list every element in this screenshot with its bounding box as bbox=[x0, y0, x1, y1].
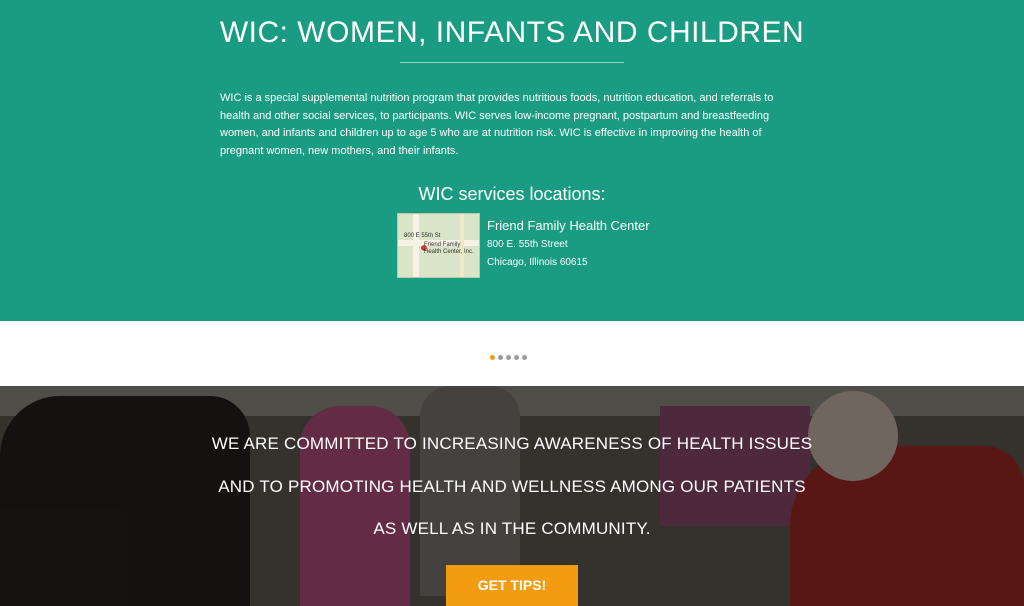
carousel-dot-3[interactable] bbox=[506, 355, 511, 360]
carousel-dot-4[interactable] bbox=[514, 355, 519, 360]
carousel-dot-2[interactable] bbox=[498, 355, 503, 360]
wic-description: WIC is a special supplemental nutrition … bbox=[220, 92, 774, 157]
hero-text-line1: WE ARE COMMITTED TO INCREASING AWARENESS… bbox=[211, 434, 813, 453]
community-hero: WE ARE COMMITTED TO INCREASING AWARENESS… bbox=[0, 386, 1024, 606]
title-divider bbox=[400, 62, 624, 63]
location-name: Friend Family Health Center bbox=[487, 218, 650, 233]
map-street-label: 800 E 55th St bbox=[404, 233, 441, 239]
location-address-line1: 800 E. 55th Street bbox=[487, 239, 568, 250]
map-road bbox=[413, 214, 419, 277]
hero-text-line3: AS WELL AS IN THE COMMUNITY. bbox=[373, 519, 651, 538]
page-title: WIC: WOMEN, INFANTS AND CHILDREN bbox=[219, 16, 805, 49]
carousel-dot-1[interactable] bbox=[490, 355, 495, 360]
get-tips-button[interactable]: GET TIPS! bbox=[446, 565, 578, 606]
location-map[interactable]: 800 E 55th St Friend Family Health Cente… bbox=[397, 213, 480, 278]
hero-text-line2: AND TO PROMOTING HEALTH AND WELLNESS AMO… bbox=[218, 477, 806, 496]
carousel-dots bbox=[490, 355, 527, 360]
carousel-dot-5[interactable] bbox=[522, 355, 527, 360]
locations-title: WIC services locations: bbox=[418, 184, 606, 204]
location-address-line2: Chicago, Illinois 60615 bbox=[487, 257, 588, 268]
map-place-label: Friend Family Health Center, Inc. bbox=[424, 242, 474, 255]
wic-section: WIC: WOMEN, INFANTS AND CHILDREN WIC is … bbox=[0, 0, 1024, 321]
